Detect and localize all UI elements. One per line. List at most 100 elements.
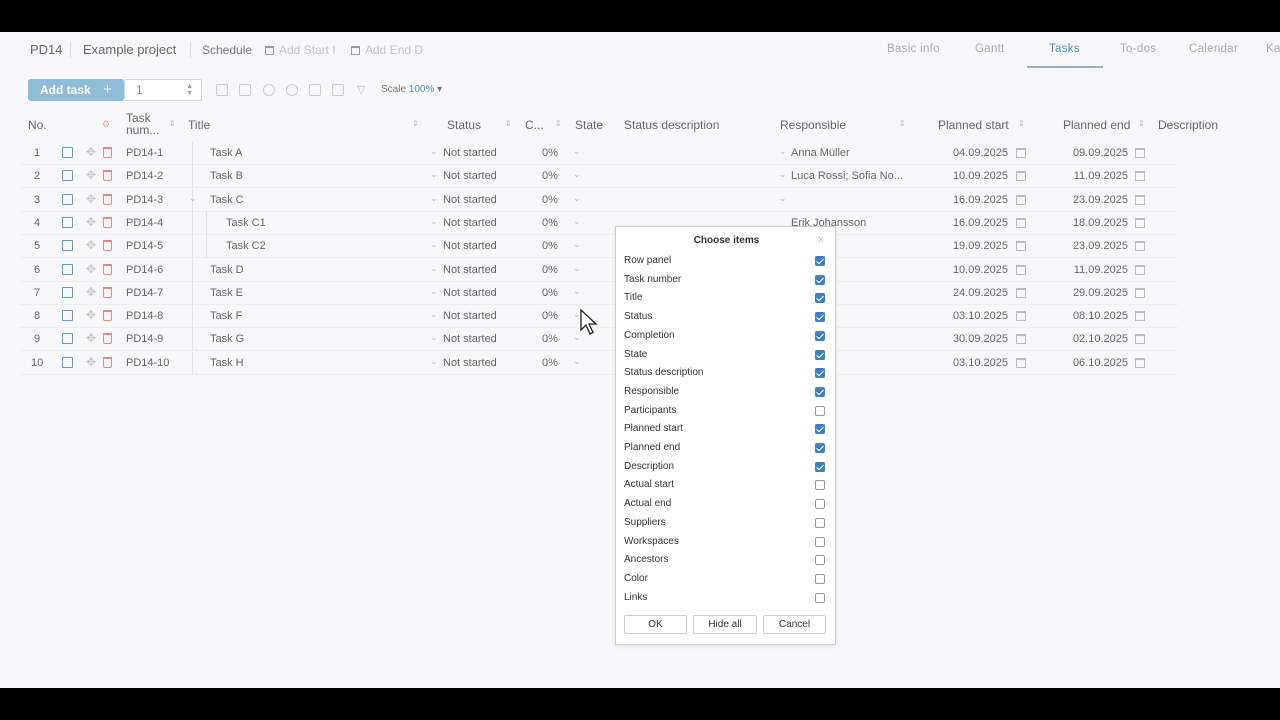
column-header-responsible[interactable]: Responsible <box>780 118 846 132</box>
calendar-icon[interactable] <box>1016 264 1026 275</box>
completion-cell[interactable]: 0% <box>542 287 558 299</box>
column-header-status[interactable]: Status <box>447 118 481 132</box>
open-icon[interactable] <box>62 216 73 228</box>
status-cell[interactable]: Not started <box>443 287 497 299</box>
completion-cell[interactable]: 0% <box>542 333 558 345</box>
move-handle-icon[interactable]: ✥ <box>86 308 96 322</box>
column-choice-checkbox[interactable] <box>815 592 825 603</box>
planned-start-cell[interactable]: 19.09.2025 <box>950 240 1008 252</box>
table-row[interactable]: 5 ✥ PD14-5 Task C2 ⌄ Not started 0% ⌄ 19.09.2025… <box>20 235 1178 259</box>
calendar-icon[interactable] <box>1135 287 1145 298</box>
planned-start-cell[interactable]: 10.09.2025 <box>950 170 1008 182</box>
column-choice-checkbox[interactable] <box>815 293 825 304</box>
sort-icon[interactable]: ⇕ <box>169 119 176 128</box>
open-icon[interactable] <box>62 356 73 368</box>
task-title-cell[interactable]: Task C1 <box>226 217 266 229</box>
planned-start-cell[interactable]: 16.09.2025 <box>950 217 1008 229</box>
open-icon[interactable] <box>62 193 73 205</box>
column-choice-item[interactable]: Status <box>624 309 829 327</box>
status-cell[interactable]: Not started <box>443 194 497 206</box>
calendar-icon[interactable] <box>1016 194 1026 205</box>
column-choice-checkbox[interactable] <box>815 480 825 491</box>
delete-icon[interactable] <box>103 147 112 158</box>
planned-end-cell[interactable]: 09.09.2025 <box>1070 147 1128 159</box>
delete-icon[interactable] <box>103 193 112 205</box>
column-choice-checkbox[interactable] <box>815 517 825 528</box>
task-title-cell[interactable]: Task G <box>210 333 244 345</box>
task-title-cell[interactable]: Task C2 <box>226 240 266 252</box>
column-header-task-number[interactable]: Task num... <box>126 112 171 136</box>
task-title-cell[interactable]: Task E <box>210 287 243 299</box>
ok-button[interactable]: OK <box>624 615 687 634</box>
column-header-description[interactable]: Description <box>1158 118 1218 132</box>
sort-icon[interactable]: ⇕ <box>1018 119 1025 128</box>
move-handle-icon[interactable]: ✥ <box>86 238 96 252</box>
table-row[interactable]: 10 ✥ PD14-10 Task H ⌄ Not started 0% ⌄ 03.10.202… <box>20 351 1178 375</box>
column-choice-item[interactable]: Title <box>624 290 829 308</box>
column-choice-checkbox[interactable] <box>815 386 825 397</box>
completion-cell[interactable]: 0% <box>542 240 558 252</box>
column-choice-item[interactable]: Actual end <box>624 496 829 514</box>
chevron-down-icon[interactable]: ⌄ <box>573 216 581 227</box>
column-choice-item[interactable]: Responsible <box>624 384 829 402</box>
column-choice-item[interactable]: Ancestors <box>624 552 829 570</box>
task-title-cell[interactable]: Task C <box>210 194 244 206</box>
task-count-input[interactable]: 1 ▲ ▼ <box>124 79 202 101</box>
column-choice-item[interactable]: Links <box>624 590 829 608</box>
column-header-completion[interactable]: C... <box>525 118 544 132</box>
chevron-down-icon[interactable]: ⌄ <box>573 193 581 204</box>
calendar-icon[interactable] <box>1135 194 1145 205</box>
chevron-down-icon[interactable]: ⌄ <box>573 286 581 297</box>
column-choice-item[interactable]: Suppliers <box>624 515 829 533</box>
column-choice-checkbox[interactable] <box>815 405 825 416</box>
chevron-down-icon[interactable]: ⌄ <box>779 146 787 157</box>
column-choice-item[interactable]: Participants <box>624 403 829 421</box>
task-title-cell[interactable]: Task B <box>210 170 243 182</box>
chevron-down-icon[interactable]: ⌄ <box>573 239 581 250</box>
task-title-cell[interactable]: Task D <box>210 264 244 276</box>
table-row[interactable]: 2 ✥ PD14-2 Task B ⌄ Not started 0% ⌄ ⌄ Luca Rossi… <box>20 165 1178 189</box>
column-choice-checkbox[interactable] <box>815 573 825 584</box>
status-cell[interactable]: Not started <box>443 240 497 252</box>
calendar-icon[interactable] <box>1016 217 1026 228</box>
tab-gantt[interactable]: Gantt <box>975 43 1005 55</box>
column-choice-item[interactable]: State <box>624 347 829 365</box>
completion-cell[interactable]: 0% <box>542 310 558 322</box>
delete-icon[interactable] <box>103 310 112 322</box>
column-choice-checkbox[interactable] <box>815 536 825 547</box>
expand-icon[interactable] <box>263 84 275 96</box>
add-start-button[interactable]: Add Start I <box>265 43 336 57</box>
collapse-icon[interactable] <box>286 84 298 96</box>
document-icon[interactable] <box>309 84 321 96</box>
chevron-down-icon[interactable]: ⌄ <box>430 356 438 367</box>
calendar-icon[interactable] <box>1016 241 1026 252</box>
delete-icon[interactable] <box>103 216 112 228</box>
planned-end-cell[interactable]: 23.09.2025 <box>1070 194 1128 206</box>
project-name[interactable]: Example project <box>83 42 176 57</box>
tab-basic-info[interactable]: Basic info <box>887 43 940 55</box>
chevron-down-icon[interactable]: ⌄ <box>573 263 581 274</box>
tab-calendar[interactable]: Calendar <box>1189 43 1238 55</box>
task-title-cell[interactable]: Task A <box>210 147 242 159</box>
move-handle-icon[interactable]: ✥ <box>86 145 96 159</box>
chevron-down-icon[interactable]: ⌄ <box>573 169 581 180</box>
column-choice-item[interactable]: Planned end <box>624 440 829 458</box>
open-icon[interactable] <box>62 263 73 275</box>
column-header-planned-start[interactable]: Planned start <box>938 118 1009 132</box>
status-cell[interactable]: Not started <box>443 264 497 276</box>
planned-end-cell[interactable]: 11.09.2025 <box>1070 170 1128 182</box>
open-icon[interactable] <box>62 310 73 322</box>
delete-icon[interactable] <box>103 333 112 345</box>
calendar-icon[interactable] <box>1135 357 1145 368</box>
tab-tasks[interactable]: Tasks <box>1049 43 1080 55</box>
move-handle-icon[interactable]: ✥ <box>86 215 96 229</box>
column-choice-item[interactable]: Description <box>624 459 829 477</box>
chevron-down-icon[interactable]: ⌄ <box>573 356 581 367</box>
status-cell[interactable]: Not started <box>443 147 497 159</box>
delete-icon[interactable] <box>103 240 112 252</box>
delete-icon[interactable] <box>103 356 112 368</box>
calendar-icon[interactable] <box>1135 334 1145 345</box>
chevron-down-icon[interactable]: ⌄ <box>430 286 438 297</box>
column-choice-item[interactable]: Row panel <box>624 253 829 271</box>
planned-start-cell[interactable]: 24.09.2025 <box>950 287 1008 299</box>
